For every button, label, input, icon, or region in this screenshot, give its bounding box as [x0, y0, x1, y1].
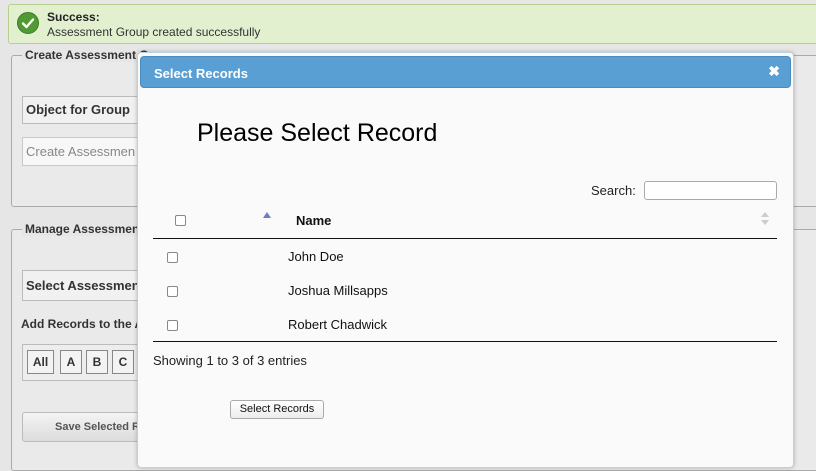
select-all-checkbox[interactable]: [175, 215, 186, 226]
table-header: Name: [153, 203, 777, 239]
alpha-button-b[interactable]: B: [86, 350, 108, 374]
manage-panel-legend: Manage Assessment: [22, 222, 147, 236]
row-checkbox[interactable]: [167, 286, 178, 297]
table-row[interactable]: John Doe: [153, 239, 777, 273]
row-checkbox[interactable]: [167, 320, 178, 331]
select-records-dialog: Select Records ✖ Please Select Record Se…: [137, 52, 794, 468]
column-header-name[interactable]: Name: [296, 213, 331, 228]
close-icon[interactable]: ✖: [768, 63, 780, 80]
table-row[interactable]: Joshua Millsapps: [153, 273, 777, 307]
table-bottom-border: [153, 341, 777, 342]
alpha-button-a[interactable]: A: [60, 350, 82, 374]
dialog-header: Select Records ✖: [140, 56, 791, 88]
object-for-group-label: Object for Group: [26, 102, 130, 117]
search-label: Search:: [591, 183, 636, 198]
row-name: Joshua Millsapps: [288, 283, 388, 298]
search-input[interactable]: [644, 181, 777, 200]
select-records-button[interactable]: Select Records: [230, 400, 324, 419]
sort-asc-icon[interactable]: [263, 212, 271, 218]
row-checkbox[interactable]: [167, 252, 178, 263]
table-row[interactable]: Robert Chadwick: [153, 307, 777, 341]
row-name: John Doe: [288, 249, 344, 264]
create-assessment-input[interactable]: Create Assessmen: [22, 137, 152, 166]
alert-message: Assessment Group created successfully: [47, 25, 261, 39]
table-info: Showing 1 to 3 of 3 entries: [153, 353, 307, 368]
dialog-heading: Please Select Record: [197, 119, 438, 147]
alpha-button-all[interactable]: All: [27, 350, 54, 374]
create-panel-legend: Create Assessment G: [22, 48, 152, 62]
object-for-group-select[interactable]: Object for Group: [22, 96, 152, 124]
select-assessment-select[interactable]: Select Assessment: [22, 270, 152, 301]
alert-title: Success:: [47, 10, 100, 24]
alpha-button-c[interactable]: C: [112, 350, 134, 374]
create-assessment-placeholder: Create Assessmen: [26, 144, 136, 159]
select-assessment-label: Select Assessment: [26, 278, 145, 293]
dialog-title: Select Records: [154, 66, 248, 81]
add-records-label: Add Records to the A: [21, 317, 144, 331]
sort-both-icon[interactable]: [761, 212, 770, 226]
row-name: Robert Chadwick: [288, 317, 387, 332]
checkmark-icon: [17, 12, 39, 34]
success-alert: Success: Assessment Group created succes…: [8, 4, 816, 44]
